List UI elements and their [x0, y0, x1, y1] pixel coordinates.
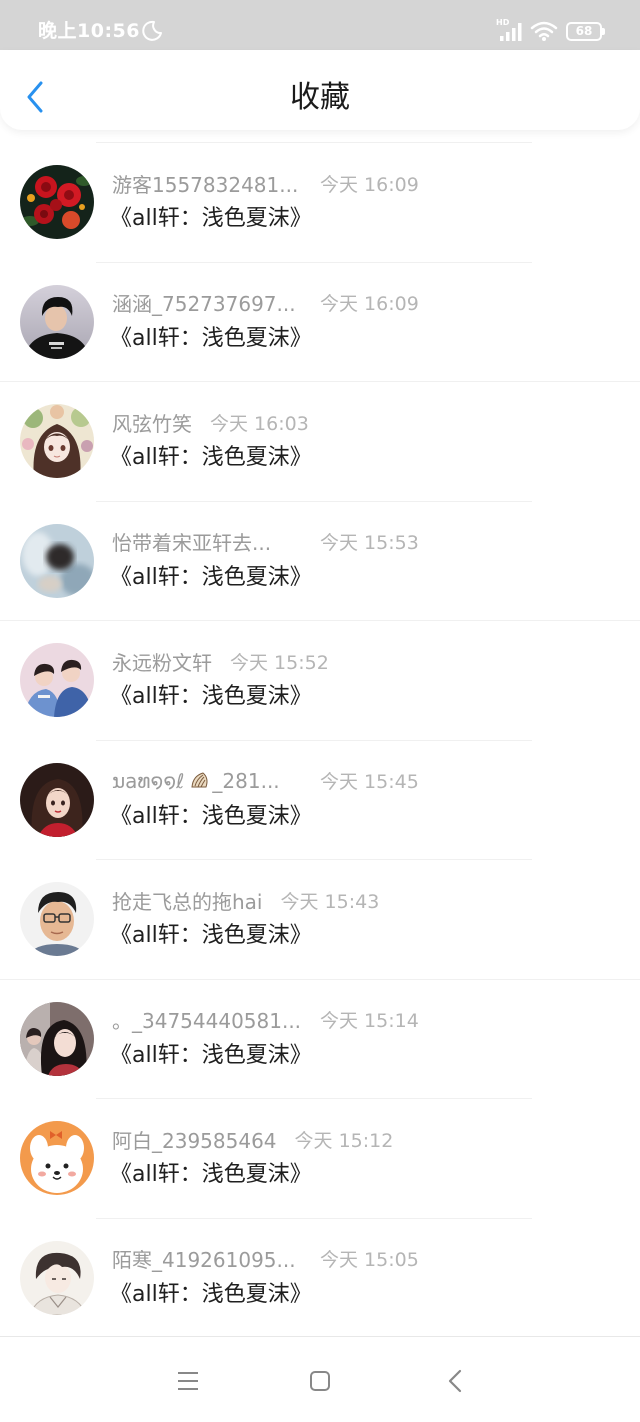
avatar[interactable] [20, 1240, 94, 1315]
item-meta: 风弦竹笑 今天 16:03 [112, 408, 309, 436]
user-name: 游客1557832481... [112, 172, 299, 197]
user-name-suffix: _281... [212, 768, 280, 793]
user-name: 怡带着宋亚轩去... [112, 531, 272, 555]
favorite-title: 《all轩：浅色夏沫》 [110, 564, 312, 590]
avatar[interactable] [20, 284, 94, 359]
item-meta: 怡带着宋亚轩去... 今天 15:53 [112, 528, 419, 556]
timestamp: 今天 15:12 [294, 1129, 394, 1152]
battery-terminal [602, 28, 605, 35]
user-name: 。_34754440581... [112, 1009, 302, 1033]
list-item[interactable]: 永远粉文轩 今天 15:52 《all轩：浅色夏沫》 [0, 620, 640, 740]
back-arrow-icon[interactable] [447, 1369, 463, 1393]
favorite-title: 《all轩：浅色夏沫》 [110, 684, 312, 709]
item-meta: 陌寒_419261095... 今天 15:05 [112, 1245, 419, 1273]
timestamp: 今天 15:05 [320, 1249, 419, 1271]
item-meta: 阿白_239585464 今天 15:12 [112, 1125, 393, 1153]
item-meta: ນaທ໑໑ℓ _281... 今天 15:45 [112, 767, 419, 795]
list-item[interactable]: 抢走飞总的拖hai 今天 15:43 《all轩：浅色夏沫》 [0, 859, 640, 979]
status-bar: 晚上10:56 HD 68 [0, 0, 640, 50]
favorite-title: 《all轩：浅色夏沫》 [110, 325, 312, 351]
item-meta: 涵涵_752737697... 今天 16:09 [112, 289, 419, 317]
favorite-title: 《all轩：浅色夏沫》 [110, 206, 312, 231]
item-meta: 游客1557832481... 今天 16:09 [112, 169, 419, 197]
user-name: 涵涵_752737697... [112, 292, 296, 316]
page-title: 收藏 [290, 80, 350, 115]
list-item[interactable]: 游客1557832481... 今天 16:09 《all轩：浅色夏沫》 [0, 142, 640, 262]
system-nav-bar [0, 1336, 640, 1422]
avatar[interactable] [20, 523, 94, 598]
user-name: ນaທ໑໑ℓ [112, 768, 185, 793]
battery-icon: 68 [566, 22, 602, 41]
signal-icon [499, 22, 523, 42]
user-name: 永远粉文轩 [112, 650, 212, 675]
timestamp: 今天 16:09 [320, 293, 419, 315]
avatar[interactable] [20, 643, 94, 717]
avatar[interactable] [20, 404, 94, 478]
timestamp: 今天 16:03 [210, 412, 309, 435]
user-name: 抢走飞总的拖hai [112, 889, 263, 914]
item-meta: 永远粉文轩 今天 15:52 [112, 647, 329, 675]
list-item[interactable]: ນaທ໑໑ℓ _281... 今天 15:45 《all轩：浅色夏沫》 [0, 739, 640, 860]
list-item[interactable]: 阿白_239585464 今天 15:12 《all轩：浅色夏沫》 [0, 1098, 640, 1218]
favorite-title: 《all轩：浅色夏沫》 [110, 803, 312, 829]
avatar[interactable] [20, 882, 94, 956]
header: 收藏 [0, 50, 640, 130]
timestamp: 今天 15:53 [320, 532, 419, 554]
favorites-list: 游客1557832481... 今天 16:09 《all轩：浅色夏沫》 涵涵_… [0, 142, 640, 1337]
list-item[interactable]: 陌寒_419261095... 今天 15:05 《all轩：浅色夏沫》 [0, 1217, 640, 1338]
timestamp: 今天 15:52 [230, 651, 329, 674]
user-name: 阿白_239585464 [112, 1128, 277, 1153]
user-name: 陌寒_419261095... [112, 1248, 296, 1272]
timestamp: 今天 15:14 [320, 1010, 419, 1032]
timestamp: 今天 16:09 [320, 173, 419, 196]
timestamp: 今天 15:43 [280, 890, 380, 913]
moon-icon [140, 19, 164, 43]
shell-icon [190, 771, 210, 791]
avatar[interactable] [20, 165, 94, 239]
user-name-group: ນaທ໑໑ℓ _281... [112, 769, 302, 793]
item-meta: 。_34754440581... 今天 15:14 [112, 1006, 419, 1034]
list-item[interactable]: 。_34754440581... 今天 15:14 《all轩：浅色夏沫》 [0, 978, 640, 1099]
square-icon[interactable] [309, 1370, 331, 1392]
wifi-icon [530, 20, 558, 42]
avatar[interactable] [20, 1001, 94, 1076]
timestamp: 今天 15:45 [320, 771, 419, 793]
favorite-title: 《all轩：浅色夏沫》 [110, 445, 312, 470]
list-item[interactable]: 涵涵_752737697... 今天 16:09 《all轩：浅色夏沫》 [0, 261, 640, 382]
avatar[interactable] [20, 1121, 94, 1195]
user-name: 风弦竹笑 [112, 411, 192, 436]
status-time: 晚上10:56 [38, 20, 140, 42]
favorite-title: 《all轩：浅色夏沫》 [110, 923, 312, 948]
list-item[interactable]: 怡带着宋亚轩去... 今天 15:53 《all轩：浅色夏沫》 [0, 500, 640, 621]
avatar[interactable] [20, 762, 94, 837]
list-item[interactable]: 风弦竹笑 今天 16:03 《all轩：浅色夏沫》 [0, 381, 640, 501]
favorite-title: 《all轩：浅色夏沫》 [110, 1281, 312, 1307]
menu-icon[interactable] [177, 1371, 199, 1391]
favorite-title: 《all轩：浅色夏沫》 [110, 1042, 312, 1068]
item-meta: 抢走飞总的拖hai 今天 15:43 [112, 886, 379, 914]
favorite-title: 《all轩：浅色夏沫》 [110, 1162, 312, 1187]
